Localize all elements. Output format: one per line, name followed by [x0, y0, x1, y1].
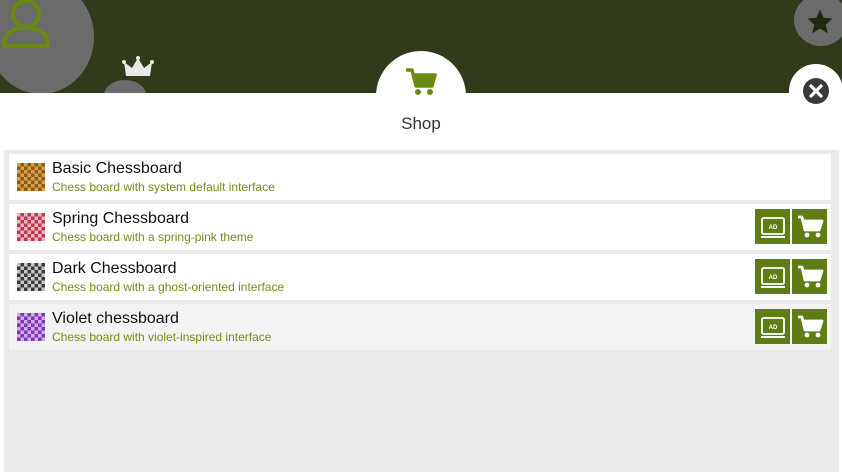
list-item[interactable]: Basic Chessboard Chess board with system…: [9, 154, 831, 200]
checker-icon: [17, 213, 45, 241]
ad-label: AD: [768, 325, 777, 331]
favorites-button[interactable]: [794, 0, 842, 46]
list-item[interactable]: Violet chessboard Chess board with viole…: [9, 304, 831, 350]
ad-icon: AD: [760, 266, 785, 288]
list-item[interactable]: Spring Chessboard Chess board with a spr…: [9, 204, 831, 250]
item-subtitle: Chess board with a spring-pink theme: [52, 230, 254, 244]
watch-ad-button[interactable]: AD: [755, 259, 790, 294]
chessboard-thumbnail: [17, 263, 45, 291]
cart-icon: [797, 315, 823, 337]
buy-button[interactable]: [792, 309, 827, 344]
star-icon: [807, 9, 833, 34]
profile-button[interactable]: [0, 0, 94, 93]
cart-icon: [406, 68, 437, 95]
list-item[interactable]: Dark Chessboard Chess board with a ghost…: [9, 254, 831, 300]
cart-icon: [797, 215, 823, 237]
shop-list: Basic Chessboard Chess board with system…: [4, 150, 839, 472]
ad-label: AD: [768, 225, 777, 231]
ad-icon: AD: [760, 316, 785, 338]
item-subtitle: Chess board with system default interfac…: [52, 180, 275, 194]
item-subtitle: Chess board with a ghost-oriented interf…: [52, 280, 285, 294]
avatar-icon: [2, 0, 50, 48]
item-title: Dark Chessboard: [52, 260, 177, 277]
item-title: Violet chessboard: [52, 310, 179, 327]
ad-icon: AD: [760, 216, 785, 238]
buy-button[interactable]: [792, 209, 827, 244]
ad-label: AD: [768, 275, 777, 281]
crown-icon: [122, 56, 154, 76]
watch-ad-button[interactable]: AD: [755, 309, 790, 344]
shop-title: Shop: [401, 114, 441, 133]
chessboard-thumbnail: [17, 213, 45, 241]
watch-ad-button[interactable]: AD: [755, 209, 790, 244]
chessboard-thumbnail: [17, 163, 45, 191]
checker-icon: [17, 313, 45, 341]
item-subtitle: Chess board with violet-inspired interfa…: [52, 330, 272, 344]
buy-button[interactable]: [792, 259, 827, 294]
chessboard-thumbnail: [17, 313, 45, 341]
checker-icon: [17, 263, 45, 291]
crown-badge: [104, 80, 146, 93]
close-icon: [803, 78, 829, 104]
item-title: Spring Chessboard: [52, 210, 189, 227]
item-title: Basic Chessboard: [52, 160, 182, 177]
close-button[interactable]: [789, 64, 842, 118]
cart-icon: [797, 265, 823, 287]
checker-icon: [17, 163, 45, 191]
